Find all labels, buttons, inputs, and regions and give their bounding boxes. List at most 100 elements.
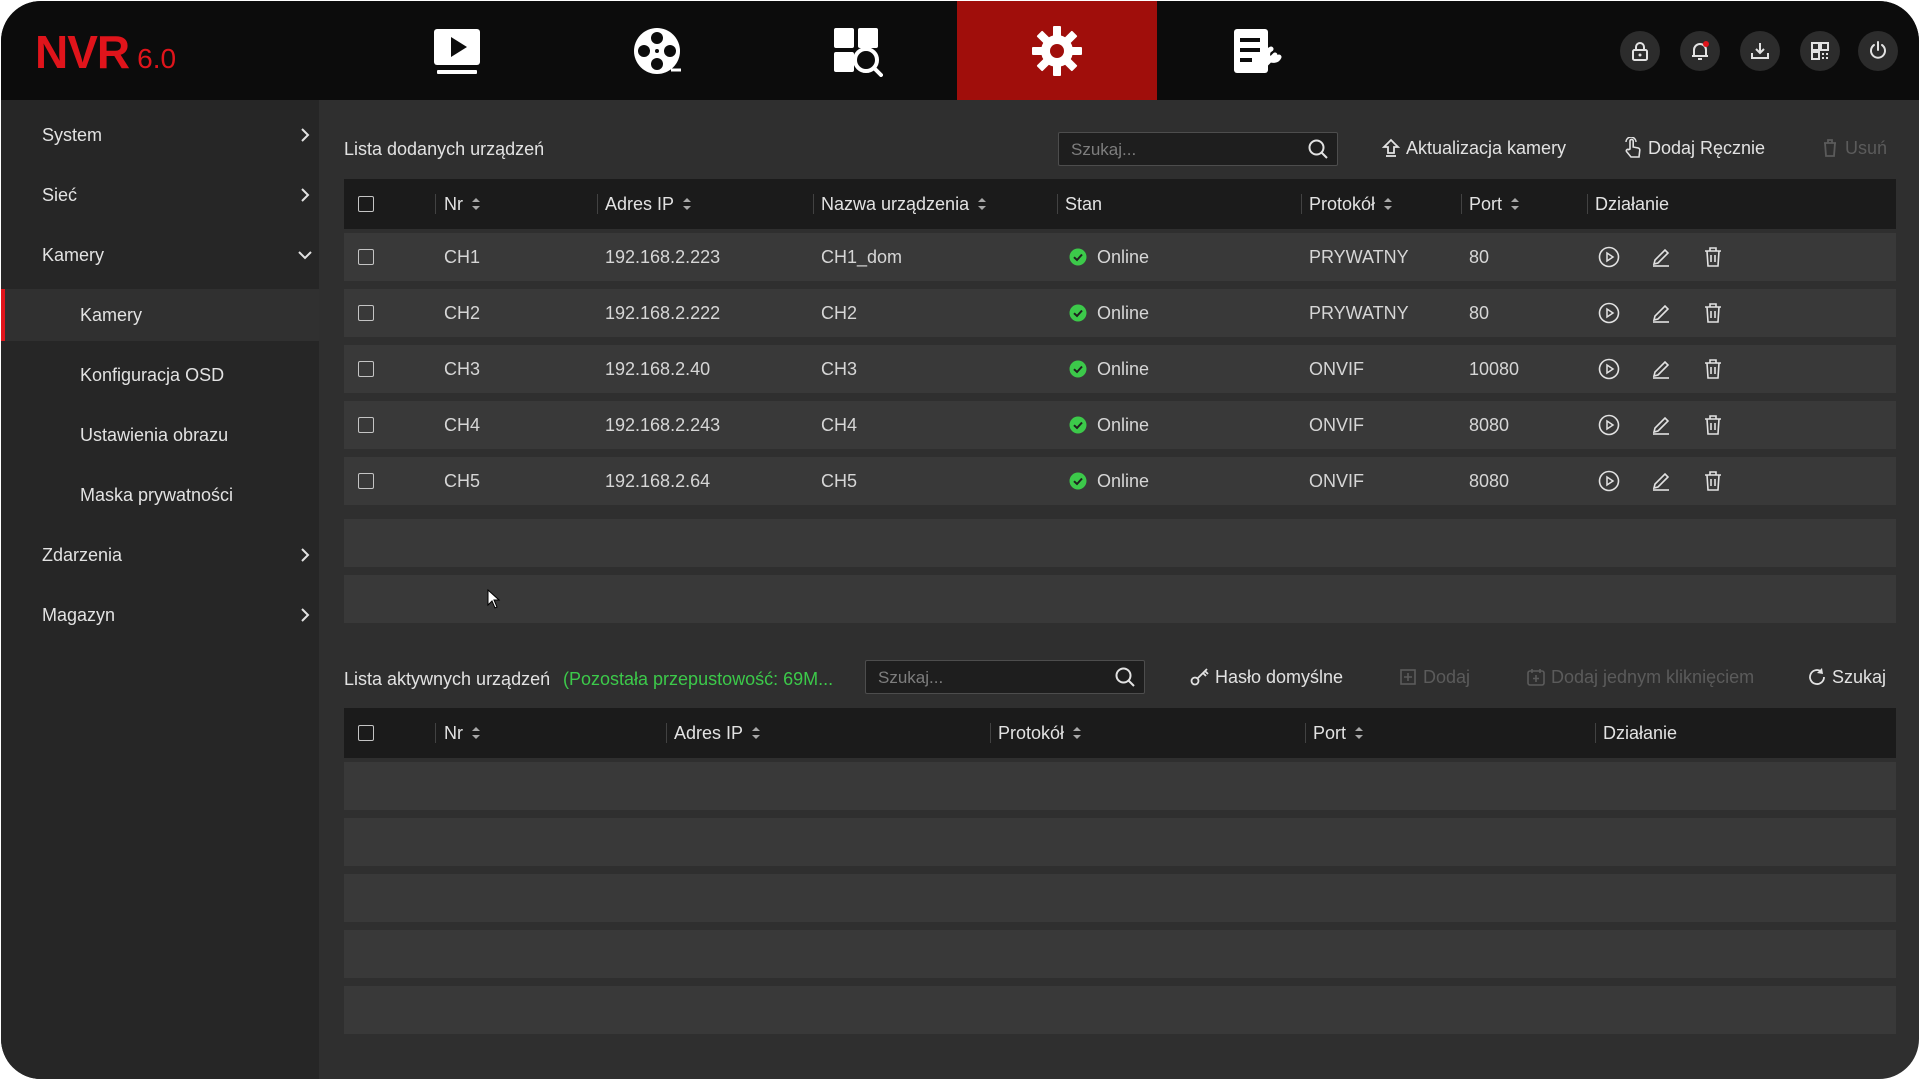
settings-tab[interactable] bbox=[957, 1, 1157, 100]
pencil-icon[interactable] bbox=[1649, 413, 1673, 437]
cell-protocol: ONVIF bbox=[1309, 358, 1365, 379]
sidebar-item-privacy-mask[interactable]: Maska prywatności bbox=[1, 469, 319, 521]
pencil-icon[interactable] bbox=[1649, 357, 1673, 381]
column-header-label: Nr bbox=[444, 722, 463, 743]
table-row[interactable]: CH2 192.168.2.222 CH2 PRYWATNY 80 Online bbox=[344, 289, 1896, 337]
column-header-label: Port bbox=[1469, 193, 1503, 214]
trash-icon[interactable] bbox=[1701, 469, 1725, 493]
sort-icon bbox=[683, 198, 692, 210]
cell-nr: CH3 bbox=[444, 358, 481, 379]
empty-row bbox=[344, 575, 1896, 623]
film-reel-tab[interactable] bbox=[557, 1, 757, 100]
play-circle-icon[interactable] bbox=[1597, 357, 1621, 381]
cell-device-name: CH2 bbox=[821, 302, 858, 323]
document-wrench-icon bbox=[1234, 28, 1282, 73]
active-devices-search-input[interactable] bbox=[876, 661, 1110, 695]
sidebar-item-system[interactable]: System bbox=[1, 109, 319, 161]
sidebar-item-image-settings[interactable]: Ustawienia obrazu bbox=[1, 409, 319, 461]
sidebar-item-label: Ustawienia obrazu bbox=[80, 424, 229, 445]
row-checkbox[interactable] bbox=[358, 361, 374, 377]
chevron-right-icon bbox=[301, 608, 310, 622]
power-button[interactable] bbox=[1858, 31, 1898, 71]
trash-icon[interactable] bbox=[1701, 357, 1725, 381]
column-header-port[interactable]: Port bbox=[1469, 179, 1520, 229]
column-header-ip[interactable]: Adres IP bbox=[605, 179, 692, 229]
cell-port: 8080 bbox=[1469, 470, 1510, 491]
added-devices-title: Lista dodanych urządzeń bbox=[344, 139, 545, 159]
trash-icon[interactable] bbox=[1701, 301, 1725, 325]
play-circle-icon[interactable] bbox=[1597, 301, 1621, 325]
add-label: Dodaj bbox=[1423, 666, 1471, 687]
column-header-protocol[interactable]: Protokół bbox=[1309, 179, 1393, 229]
column-header-label: Stan bbox=[1065, 193, 1103, 214]
search-icon[interactable] bbox=[1114, 666, 1136, 688]
sidebar-item-cameras-group[interactable]: Kamery bbox=[1, 229, 319, 281]
table-row[interactable]: CH1 192.168.2.223 CH1_dom PRYWATNY 80 Online bbox=[344, 233, 1896, 281]
cell-port: 8080 bbox=[1469, 414, 1510, 435]
trash-icon[interactable] bbox=[1701, 413, 1725, 437]
add-one-click-button[interactable]: Dodaj jednym kliknięciem bbox=[1525, 662, 1754, 692]
lock-button[interactable] bbox=[1620, 31, 1660, 71]
table-row[interactable]: CH5 192.168.2.64 CH5 ONVIF 8080 Online bbox=[344, 457, 1896, 505]
column-separator bbox=[990, 723, 991, 743]
add-button[interactable]: Dodaj bbox=[1397, 662, 1470, 692]
trash-icon[interactable] bbox=[1701, 245, 1725, 269]
column-header-port[interactable]: Port bbox=[1313, 708, 1364, 758]
play-circle-icon[interactable] bbox=[1597, 469, 1621, 493]
smart-search-tab[interactable] bbox=[757, 1, 957, 100]
column-header-label: Protokół bbox=[998, 722, 1065, 743]
row-checkbox[interactable] bbox=[358, 473, 374, 489]
play-circle-icon[interactable] bbox=[1597, 245, 1621, 269]
pencil-icon[interactable] bbox=[1649, 301, 1673, 325]
sidebar-item-cameras[interactable]: Kamery bbox=[1, 289, 319, 341]
table-row[interactable]: CH3 192.168.2.40 CH3 ONVIF 10080 Online bbox=[344, 345, 1896, 393]
cell-nr: CH2 bbox=[444, 302, 481, 323]
column-separator bbox=[435, 194, 436, 214]
cell-protocol: ONVIF bbox=[1309, 414, 1365, 435]
status-text: Online bbox=[1097, 414, 1150, 435]
delete-button[interactable]: Usuń bbox=[1819, 133, 1887, 163]
sidebar-item-network[interactable]: Sieć bbox=[1, 169, 319, 221]
play-circle-icon[interactable] bbox=[1597, 413, 1621, 437]
search-icon[interactable] bbox=[1307, 138, 1329, 160]
qr-button[interactable] bbox=[1800, 31, 1840, 71]
column-header-ip[interactable]: Adres IP bbox=[674, 708, 761, 758]
row-checkbox[interactable] bbox=[358, 305, 374, 321]
cell-port: 80 bbox=[1469, 246, 1490, 267]
select-all-checkbox[interactable] bbox=[358, 196, 374, 212]
default-password-button[interactable]: Hasło domyślne bbox=[1189, 662, 1343, 692]
sidebar-item-events[interactable]: Zdarzenia bbox=[1, 529, 319, 581]
cell-port: 80 bbox=[1469, 302, 1490, 323]
row-checkbox[interactable] bbox=[358, 417, 374, 433]
column-header-label: Działanie bbox=[1603, 722, 1678, 743]
update-camera-button[interactable]: Aktualizacja kamery bbox=[1380, 133, 1566, 163]
pencil-icon[interactable] bbox=[1649, 245, 1673, 269]
sidebar-item-osd-config[interactable]: Konfiguracja OSD bbox=[1, 349, 319, 401]
search-grid-icon bbox=[834, 27, 883, 77]
column-header-protocol[interactable]: Protokół bbox=[998, 708, 1082, 758]
column-header-nr[interactable]: Nr bbox=[444, 179, 481, 229]
status-text: Online bbox=[1097, 470, 1150, 491]
select-all-checkbox[interactable] bbox=[358, 725, 374, 741]
cell-nr: CH4 bbox=[444, 414, 481, 435]
row-checkbox[interactable] bbox=[358, 249, 374, 265]
logo: NVR 6.0 bbox=[35, 25, 176, 78]
pencil-icon[interactable] bbox=[1649, 469, 1673, 493]
search-devices-button[interactable]: Szukaj bbox=[1806, 662, 1886, 692]
cell-ip: 192.168.2.40 bbox=[605, 358, 711, 379]
table-row[interactable]: CH4 192.168.2.243 CH4 ONVIF 8080 Online bbox=[344, 401, 1896, 449]
download-button[interactable] bbox=[1740, 31, 1780, 71]
column-header-nr[interactable]: Nr bbox=[444, 708, 481, 758]
playback-tab[interactable] bbox=[357, 1, 557, 100]
sidebar-item-storage[interactable]: Magazyn bbox=[1, 589, 319, 641]
maintenance-tab[interactable] bbox=[1157, 1, 1357, 100]
add-manual-button[interactable]: Dodaj Ręcznie bbox=[1622, 133, 1765, 163]
notifications-button[interactable] bbox=[1680, 31, 1720, 71]
added-devices-search-input[interactable] bbox=[1069, 133, 1303, 167]
column-header-device-name[interactable]: Nazwa urządzenia bbox=[821, 179, 987, 229]
sidebar-item-label: Konfiguracja OSD bbox=[80, 364, 225, 385]
download-icon bbox=[1751, 43, 1769, 59]
cell-protocol: PRYWATNY bbox=[1309, 302, 1409, 323]
nvr-window: NVR 6.0 System Sieć Kamery Kamery Konfig… bbox=[1, 1, 1919, 1079]
column-separator bbox=[1301, 194, 1302, 214]
